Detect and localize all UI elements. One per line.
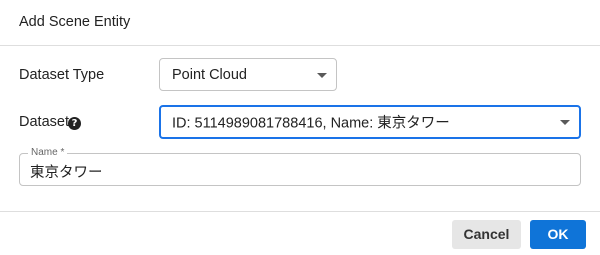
add-scene-entity-dialog: Add Scene Entity Dataset Type Point Clou… xyxy=(0,0,600,255)
name-field-value[interactable]: 東京タワー xyxy=(30,161,103,182)
dataset-type-select[interactable]: Point Cloud xyxy=(159,58,337,91)
chevron-down-icon xyxy=(317,72,327,78)
dataset-type-label: Dataset Type xyxy=(19,67,105,83)
dataset-type-value: Point Cloud xyxy=(172,66,247,83)
name-field-label: Name * xyxy=(28,147,68,159)
dataset-label: Dataset xyxy=(19,114,69,130)
dataset-select[interactable]: ID: 5114989081788416, Name: 東京タワー xyxy=(159,105,581,139)
dialog-title: Add Scene Entity xyxy=(19,14,131,30)
dialog-header: Add Scene Entity xyxy=(0,0,600,46)
dataset-value: ID: 5114989081788416, Name: 東京タワー xyxy=(172,115,450,132)
name-field[interactable]: Name * 東京タワー xyxy=(19,147,581,186)
footer-divider xyxy=(0,211,600,212)
ok-button[interactable]: OK xyxy=(530,220,586,249)
cancel-button[interactable]: Cancel xyxy=(452,220,521,249)
chevron-down-icon xyxy=(560,120,570,125)
question-circle-icon[interactable]: ? xyxy=(68,117,81,130)
